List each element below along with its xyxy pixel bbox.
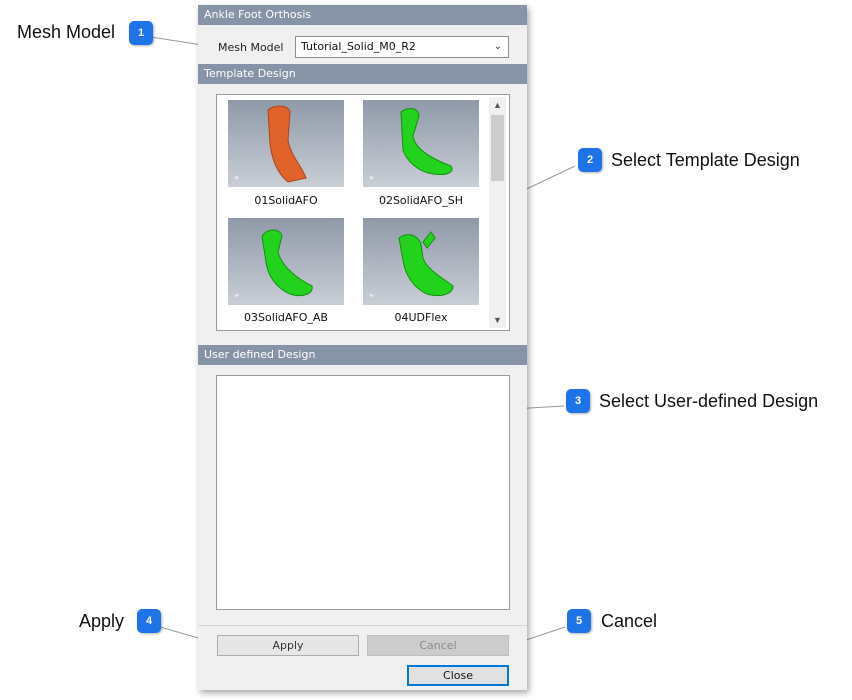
mesh-model-value: Tutorial_Solid_M0_R2 xyxy=(301,40,416,53)
footer-divider xyxy=(198,625,527,626)
solid-afo-ab-green-icon: ✳ xyxy=(234,229,313,300)
scrollbar-thumb[interactable] xyxy=(491,115,504,181)
panel-title: Ankle Foot Orthosis xyxy=(198,5,527,25)
svg-text:✳: ✳ xyxy=(369,175,374,182)
callout-text-cancel: Cancel xyxy=(601,611,658,631)
callout-badge-3: 3 xyxy=(566,389,590,413)
callout-badge-1: 1 xyxy=(129,21,153,45)
close-button[interactable]: Close xyxy=(407,665,509,686)
callout-text-user-defined-design: Select User-defined Design xyxy=(599,391,819,411)
mesh-model-select[interactable]: Tutorial_Solid_M0_R2 ⌄ xyxy=(295,36,509,58)
template-design-header: Template Design xyxy=(198,64,527,84)
apply-button[interactable]: Apply xyxy=(217,635,359,656)
callout-badge-2: 2 xyxy=(578,148,602,172)
ud-flex-green-icon: ✳ xyxy=(369,231,454,300)
user-defined-design-header: User defined Design xyxy=(198,345,527,365)
solid-afo-orange-icon: ✳ xyxy=(234,105,307,183)
ankle-foot-orthosis-panel: Ankle Foot Orthosis Mesh Model Tutorial_… xyxy=(198,5,527,690)
svg-text:✳: ✳ xyxy=(369,293,374,300)
callout-badge-5: 5 xyxy=(567,609,591,633)
scroll-down-icon[interactable]: ▼ xyxy=(489,312,506,328)
template-label-04: 04UDFlex xyxy=(394,311,448,324)
template-label-03: 03SolidAFO_AB xyxy=(244,311,328,324)
callout-text-mesh-model: Mesh Model xyxy=(17,22,116,42)
template-thumbnail-02[interactable]: ✳ xyxy=(363,100,479,187)
svg-text:✳: ✳ xyxy=(234,175,239,182)
template-thumbnail-03[interactable]: ✳ xyxy=(228,218,344,305)
cancel-button[interactable]: Cancel xyxy=(367,635,509,656)
callout-text-apply: Apply xyxy=(79,611,125,631)
chevron-down-icon: ⌄ xyxy=(493,41,502,52)
callout-text-template-design: Select Template Design xyxy=(611,150,800,170)
template-design-list[interactable]: ✳ 01SolidAFO ✳ 02SolidAFO_SH ✳ 03SolidAF… xyxy=(216,94,510,331)
callout-badge-4: 4 xyxy=(137,609,161,633)
svg-text:✳: ✳ xyxy=(234,293,239,300)
user-defined-design-list[interactable] xyxy=(216,375,510,610)
scroll-up-icon[interactable]: ▲ xyxy=(489,97,506,113)
template-thumbnail-04[interactable]: ✳ xyxy=(363,218,479,305)
template-scrollbar[interactable]: ▲ ▼ xyxy=(489,97,506,328)
mesh-model-label: Mesh Model xyxy=(218,41,284,54)
template-label-01: 01SolidAFO xyxy=(254,194,318,207)
template-label-02: 02SolidAFO_SH xyxy=(378,194,464,207)
solid-afo-green-icon: ✳ xyxy=(369,108,453,182)
template-thumbnail-01[interactable]: ✳ xyxy=(228,100,344,187)
